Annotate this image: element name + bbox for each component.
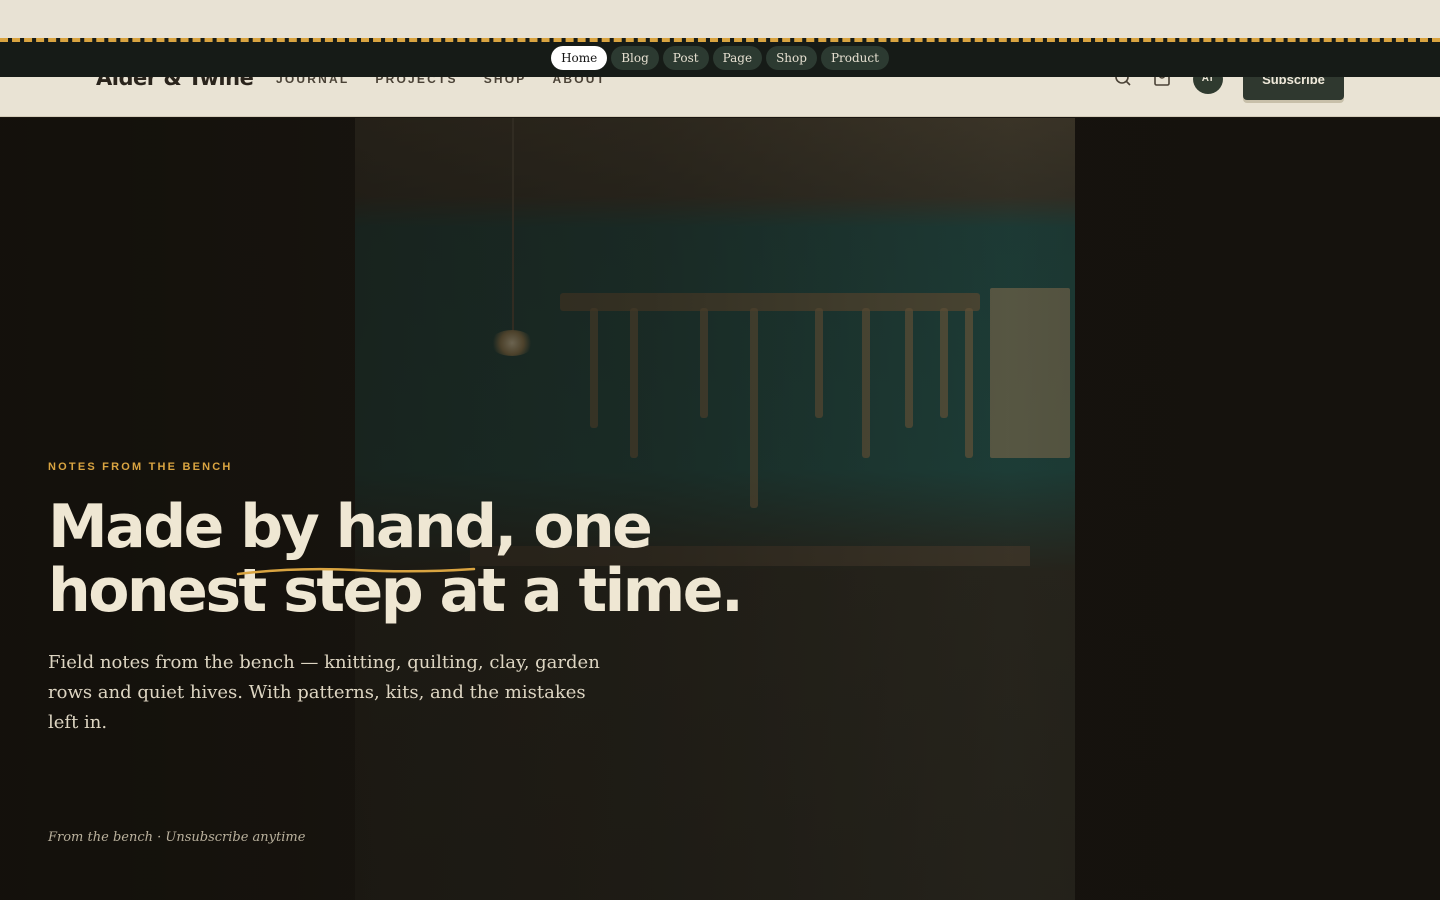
tab-post[interactable]: Post (662, 46, 709, 70)
preview-tabs: Home Blog Post Page Shop Product (0, 46, 1440, 70)
tab-blog[interactable]: Blog (611, 46, 659, 70)
tab-home[interactable]: Home (551, 46, 608, 70)
preview-tab-bar: Home Blog Post Page Shop Product (0, 38, 1440, 77)
preview-top-strip (0, 0, 1440, 38)
headline-underline (236, 567, 476, 576)
tab-product[interactable]: Product (820, 46, 889, 70)
hero-section: NOTES FROM THE BENCH Made by hand, one h… (0, 118, 1440, 900)
hero-footnote: From the bench · Unsubscribe anytime (48, 830, 306, 845)
hero-headline: Made by hand, one honest step at a time. (48, 492, 744, 626)
hero-lede: Field notes from the bench — knitting, q… (48, 652, 600, 733)
tab-shop[interactable]: Shop (766, 46, 817, 70)
hero-eyebrow: NOTES FROM THE BENCH (48, 461, 233, 473)
tab-page[interactable]: Page (712, 46, 763, 70)
